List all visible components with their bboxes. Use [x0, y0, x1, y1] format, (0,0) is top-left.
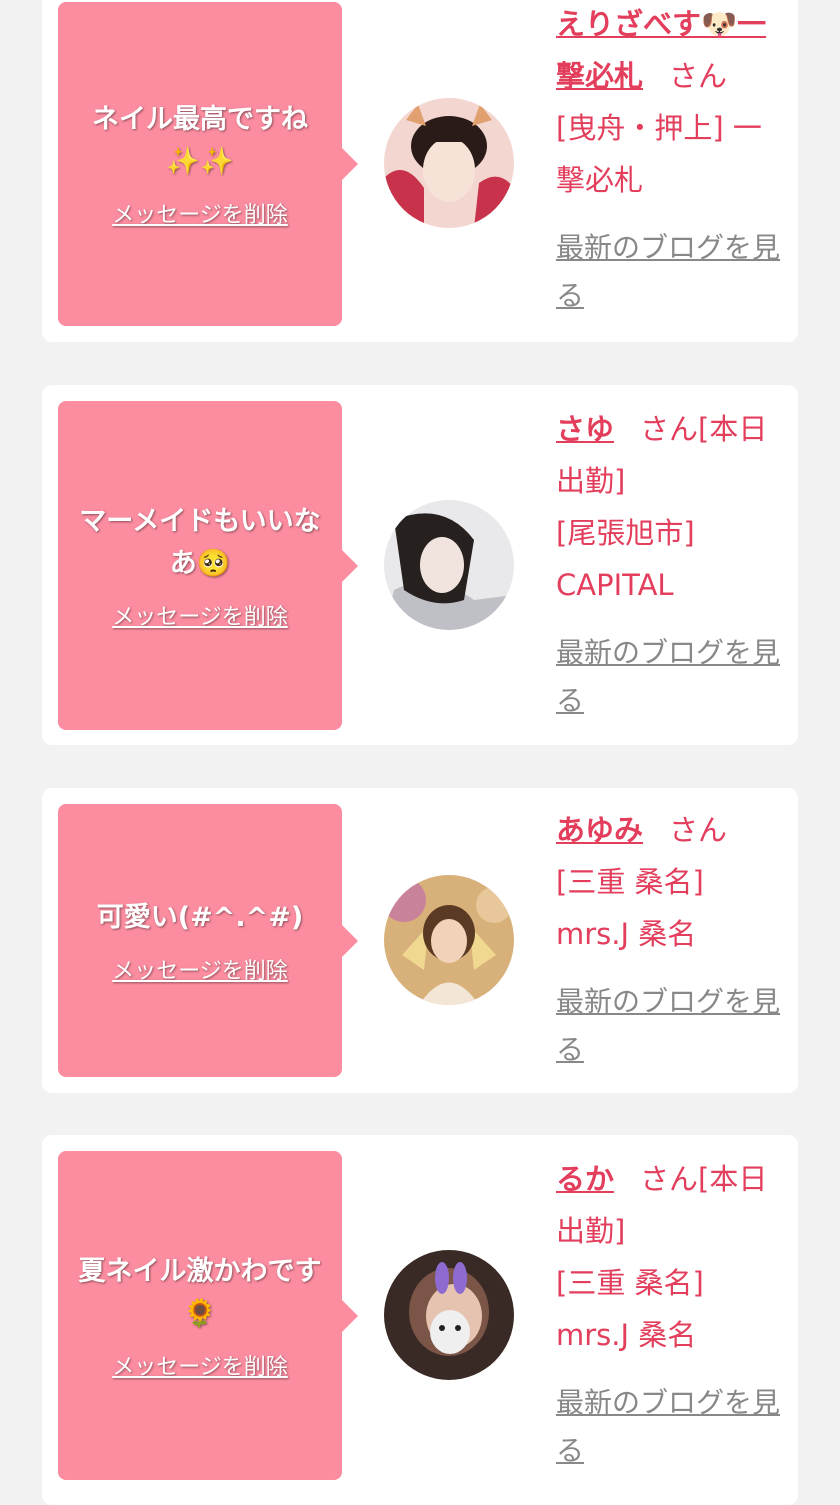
message-text: 夏ネイル激かわです🌻 [78, 1255, 322, 1329]
user-name-link[interactable]: えりざべす🐶一撃必札 [556, 7, 766, 93]
delete-message-link[interactable]: メッセージを削除 [112, 1349, 288, 1381]
message-bubble: マーメイドもいいなあ🥺 メッセージを削除 [58, 401, 358, 730]
honorific: さん [640, 1162, 699, 1196]
latest-blog-link[interactable]: 最新のブログを見る [556, 978, 786, 1074]
avatar[interactable] [384, 875, 514, 1005]
shop-name: [尾張旭市] CAPITAL [556, 516, 695, 602]
latest-blog-link[interactable]: 最新のブログを見る [556, 629, 786, 725]
latest-blog-link[interactable]: 最新のブログを見る [556, 224, 786, 320]
honorific: さん [669, 813, 728, 847]
honorific: さん [640, 412, 699, 446]
delete-message-link[interactable]: メッセージを削除 [112, 197, 288, 229]
shop-name: [三重 桑名] mrs.J 桑名 [556, 1266, 704, 1352]
message-bubble: ネイル最高ですね✨✨ メッセージを削除 [58, 2, 358, 326]
user-info: えりざべす🐶一撃必札 さん [曳舟・押上] 一撃必札 最新のブログを見る [556, 0, 786, 320]
delete-message-link[interactable]: メッセージを削除 [112, 599, 288, 631]
favorite-card: マーメイドもいいなあ🥺 メッセージを削除 さゆ さん[本日出勤] [尾張旭市] C… [42, 385, 798, 745]
message-bubble: 可愛い(#^.^#) メッセージを削除 [58, 804, 358, 1077]
delete-message-link[interactable]: メッセージを削除 [112, 953, 288, 985]
user-name-link[interactable]: さゆ [556, 412, 614, 446]
favorite-card: 夏ネイル激かわです🌻 メッセージを削除 るか さん[本日出勤] [三重 桑名] m… [42, 1135, 798, 1505]
message-bubble: 夏ネイル激かわです🌻 メッセージを削除 [58, 1151, 358, 1480]
user-info: さゆ さん[本日出勤] [尾張旭市] CAPITAL 最新のブログを見る [556, 403, 786, 725]
favorite-card: ネイル最高ですね✨✨ メッセージを削除 えりざべす🐶一撃必札 さん [曳舟・押上]… [42, 0, 798, 342]
message-text: マーメイドもいいなあ🥺 [79, 505, 321, 579]
user-info: るか さん[本日出勤] [三重 桑名] mrs.J 桑名 最新のブログを見る [556, 1153, 786, 1475]
avatar[interactable] [384, 1250, 514, 1380]
honorific: さん [669, 59, 728, 93]
user-info: あゆみ さん [三重 桑名] mrs.J 桑名 最新のブログを見る [556, 804, 786, 1074]
avatar[interactable] [384, 98, 514, 228]
shop-name: [曳舟・押上] 一撃必札 [556, 111, 762, 197]
shop-name: [三重 桑名] mrs.J 桑名 [556, 865, 704, 951]
favorite-card: 可愛い(#^.^#) メッセージを削除 あゆみ さん [三重 桑名] mrs.J … [42, 788, 798, 1093]
user-name-link[interactable]: あゆみ [556, 813, 643, 847]
message-text: ネイル最高ですね✨✨ [92, 104, 308, 177]
latest-blog-link[interactable]: 最新のブログを見る [556, 1379, 786, 1475]
user-name-link[interactable]: るか [556, 1162, 614, 1196]
avatar[interactable] [384, 500, 514, 630]
message-text: 可愛い(#^.^#) [96, 901, 304, 933]
